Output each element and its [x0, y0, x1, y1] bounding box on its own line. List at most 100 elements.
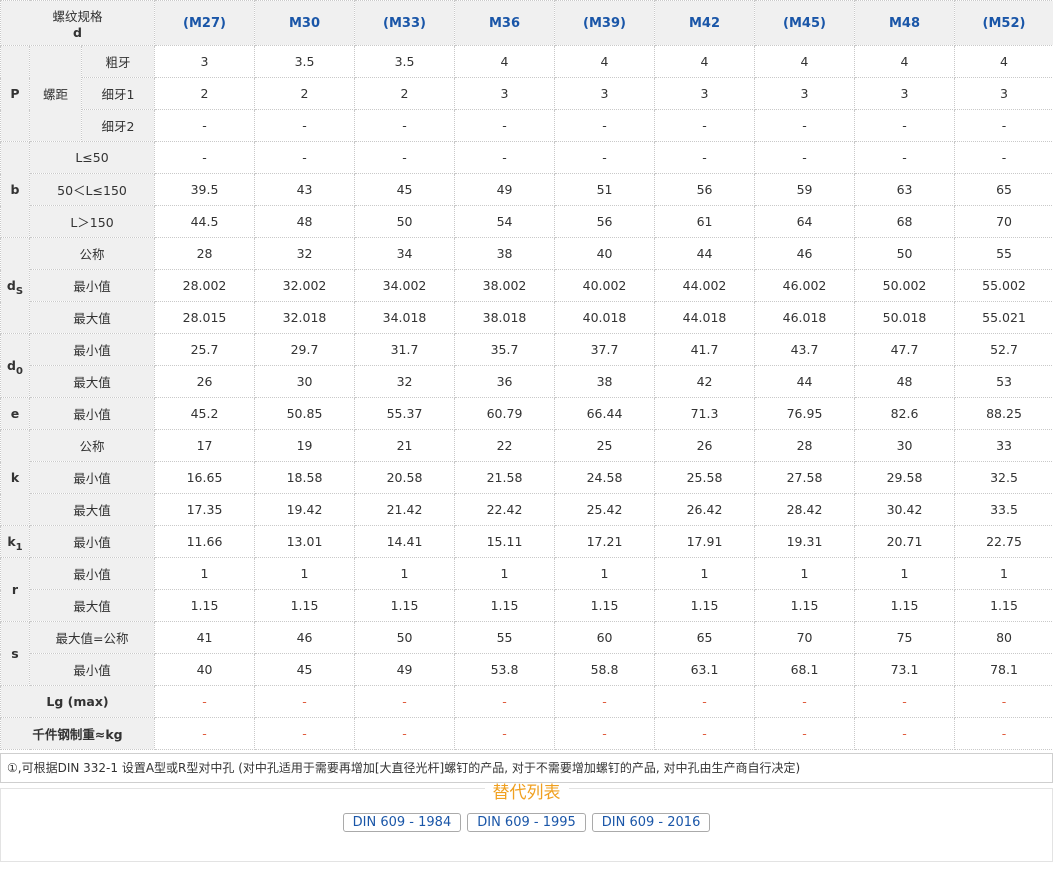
- table-cell: 55.021: [954, 301, 1053, 334]
- table-cell: 32: [354, 365, 456, 398]
- table-row: k 公称 17 19 21 22 25 26 28 30 33: [0, 429, 1053, 526]
- table-cell: -: [254, 685, 356, 718]
- table-cell: -: [454, 141, 556, 174]
- table-cell: 1: [254, 557, 356, 590]
- row-label: 公称: [28, 429, 156, 462]
- spec-table: 螺纹规格 d (M27) M30 (M33) M36 (M39) M42 (M45) M48 (M5…: [0, 0, 1053, 750]
- table-cell: 70: [954, 205, 1053, 238]
- table-cell: 63.1: [654, 653, 756, 686]
- table-cell: 44.002: [654, 269, 756, 302]
- table-cell: 1: [454, 557, 556, 590]
- table-cell: -: [354, 109, 456, 142]
- table-cell: 65: [654, 621, 756, 654]
- spec-header: 螺纹规格 d: [0, 0, 156, 46]
- table-cell: 61: [654, 205, 756, 238]
- table-cell: -: [154, 141, 256, 174]
- table-cell: -: [954, 717, 1053, 750]
- table-cell: 16.65: [154, 461, 256, 494]
- param-symbol: e: [0, 397, 30, 430]
- table-cell: 58.8: [554, 653, 656, 686]
- table-cell: 34: [354, 237, 456, 270]
- row-label: L≤50: [28, 141, 156, 174]
- table-cell: 31.7: [354, 333, 456, 366]
- table-cell: 11.66: [154, 525, 256, 558]
- table-cell: 1: [854, 557, 956, 590]
- param-symbol-main: k: [10, 470, 20, 485]
- table-cell: 50: [354, 621, 456, 654]
- alternative-link[interactable]: DIN 609 - 1995: [467, 813, 586, 832]
- table-cell: 53.8: [454, 653, 556, 686]
- table-cell: 21.42: [354, 493, 456, 526]
- table-cell: 66.44: [554, 397, 656, 430]
- table-cell: 32.5: [954, 461, 1053, 494]
- table-cell: 21.58: [454, 461, 556, 494]
- table-cell: 29.58: [854, 461, 956, 494]
- table-cell: 52.7: [954, 333, 1053, 366]
- table-cell: 1.15: [954, 589, 1053, 622]
- param-symbol-sub: S: [15, 286, 24, 297]
- table-cell: 75: [854, 621, 956, 654]
- alternative-link[interactable]: DIN 609 - 2016: [591, 813, 711, 832]
- table-cell: 22: [454, 429, 556, 462]
- table-cell: 3.5: [254, 45, 356, 78]
- table-cell: 1: [754, 557, 856, 590]
- table-cell: -: [454, 717, 556, 750]
- row-label: Lg (max): [0, 685, 156, 718]
- table-cell: 50.018: [854, 301, 956, 334]
- row-label: 最大值: [28, 589, 156, 622]
- row-label: 粗牙: [80, 45, 156, 78]
- table-cell: 70: [754, 621, 856, 654]
- param-symbol: s: [0, 621, 30, 686]
- table-cell: -: [554, 717, 656, 750]
- table-cell: 1.15: [354, 589, 456, 622]
- table-cell: -: [954, 685, 1053, 718]
- table-cell: 45.2: [154, 397, 256, 430]
- alternative-link[interactable]: DIN 609 - 1984: [342, 813, 462, 832]
- table-cell: 33.5: [954, 493, 1053, 526]
- table-cell: -: [254, 109, 356, 142]
- table-row: k1 最小值 11.66 13.01 14.41 15.11 17.21 17.91 19.31…: [0, 525, 1053, 558]
- table-cell: 35.7: [454, 333, 556, 366]
- table-cell: 71.3: [654, 397, 756, 430]
- row-label: 最大值=公称: [28, 621, 156, 654]
- table-cell: 22.42: [454, 493, 556, 526]
- table-cell: 49: [454, 173, 556, 206]
- table-row: 细牙2- - - - - - - - -: [1, 109, 1053, 142]
- row-label: 最小值: [28, 461, 156, 494]
- table-cell: 21: [354, 429, 456, 462]
- table-cell: -: [854, 685, 956, 718]
- table-cell: 56: [654, 173, 756, 206]
- table-cell: -: [554, 141, 656, 174]
- table-cell: 76.95: [754, 397, 856, 430]
- row-label: 最小值: [28, 557, 156, 590]
- size-header: M48: [854, 0, 956, 46]
- table-cell: -: [854, 717, 956, 750]
- table-cell: 24.58: [554, 461, 656, 494]
- table-cell: -: [554, 109, 656, 142]
- param-symbol: k1: [0, 525, 30, 558]
- table-cell: 26.42: [654, 493, 756, 526]
- table-cell: 46.018: [754, 301, 856, 334]
- param-symbol: dS: [0, 237, 30, 334]
- row-label: 最小值: [28, 525, 156, 558]
- row-label: 最大值: [28, 365, 156, 398]
- table-cell: -: [154, 685, 256, 718]
- table-row: dS 公称 28 32 34 38 40 44 46 50 55: [0, 237, 1053, 334]
- table-cell: 25: [554, 429, 656, 462]
- table-cell: 65: [954, 173, 1053, 206]
- table-cell: -: [454, 109, 556, 142]
- table-cell: 17.91: [654, 525, 756, 558]
- table-row: s 最大值=公称 41 46 50 55 60 65 70 75 80: [0, 621, 1053, 686]
- row-label: 50＜L≤150: [28, 173, 156, 206]
- table-cell: 46: [754, 237, 856, 270]
- table-cell: -: [254, 717, 356, 750]
- table-cell: 22.75: [954, 525, 1053, 558]
- table-cell: 25.42: [554, 493, 656, 526]
- table-cell: 3: [754, 77, 856, 110]
- table-cell: 4: [654, 45, 756, 78]
- table-cell: 82.6: [854, 397, 956, 430]
- table-cell: 17.21: [554, 525, 656, 558]
- table-cell: 17.35: [154, 493, 256, 526]
- table-cell: 40: [554, 237, 656, 270]
- table-cell: 1.15: [254, 589, 356, 622]
